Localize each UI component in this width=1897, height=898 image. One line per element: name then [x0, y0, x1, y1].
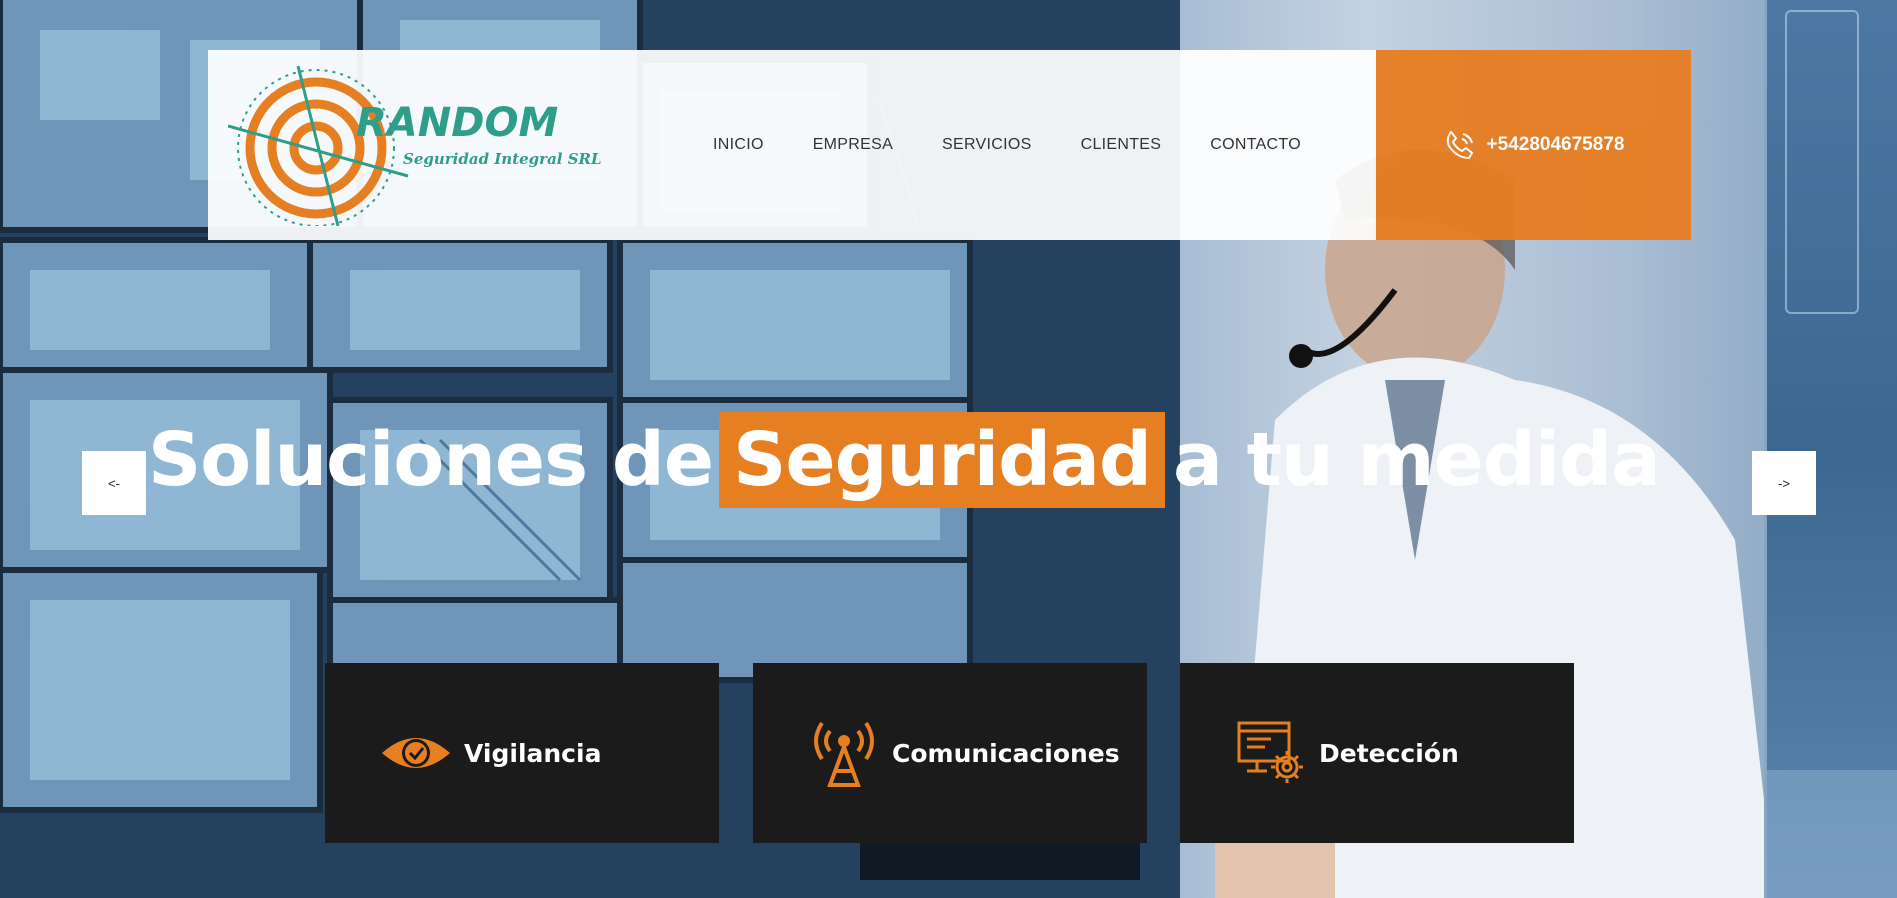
logo-subtitle: Seguridad Integral SRL — [403, 150, 602, 168]
headline-part-1: Soluciones de — [148, 417, 714, 503]
nav-item-empresa[interactable]: EMPRESA — [813, 136, 893, 154]
side-panel-image — [1764, 0, 1897, 898]
phone-number[interactable]: +542804675878 — [1487, 134, 1625, 156]
phone-contact[interactable]: +542804675878 — [1376, 50, 1691, 240]
service-card-vigilancia[interactable]: Vigilancia — [325, 663, 719, 843]
company-logo[interactable]: RANDOM Seguridad Integral SRL — [228, 66, 658, 226]
service-label-vigilancia: Vigilancia — [464, 738, 602, 768]
site-header: RANDOM Seguridad Integral SRL INICIO EMP… — [208, 50, 1376, 240]
eye-check-icon — [380, 717, 452, 789]
monitor-gear-icon — [1235, 717, 1307, 789]
main-nav: INICIO EMPRESA SERVICIOS CLIENTES CONTAC… — [713, 50, 1350, 240]
headline-highlight: Seguridad — [719, 412, 1165, 508]
logo-title: RANDOM — [356, 100, 558, 146]
slider-prev-button[interactable]: <- — [82, 451, 146, 515]
headline-part-2: a tu medida — [1172, 417, 1661, 503]
service-card-comunicaciones[interactable]: Comunicaciones — [753, 663, 1147, 843]
service-card-deteccion[interactable]: Detección — [1180, 663, 1574, 843]
service-label-deteccion: Detección — [1319, 738, 1459, 768]
service-label-comunicaciones: Comunicaciones — [892, 738, 1120, 768]
phone-icon — [1446, 130, 1473, 160]
nav-item-inicio[interactable]: INICIO — [713, 136, 764, 154]
nav-item-contacto[interactable]: CONTACTO — [1210, 136, 1301, 154]
antenna-icon — [808, 717, 880, 789]
nav-item-servicios[interactable]: SERVICIOS — [942, 136, 1032, 154]
hero-headline: Soluciones de Seguridad a tu medida — [148, 410, 1661, 510]
nav-item-clientes[interactable]: CLIENTES — [1081, 136, 1162, 154]
slider-next-button[interactable]: -> — [1752, 451, 1816, 515]
